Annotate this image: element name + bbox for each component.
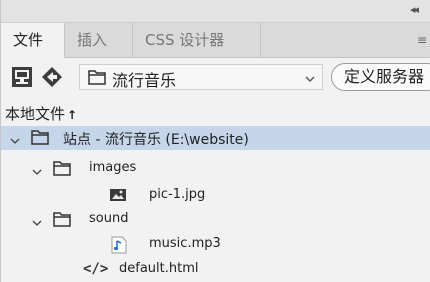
local-files-label: 本地文件 (5, 105, 66, 123)
local-files-header[interactable]: 本地文件 ↑ (5, 103, 77, 124)
synchronize-icon[interactable] (41, 66, 63, 88)
connect-server-icon[interactable] (11, 66, 33, 88)
image-file-icon (109, 187, 127, 207)
files-toolbar: 流行音乐 定义服务器 (1, 58, 430, 96)
tree-item-label: pic-1.jpg (149, 187, 206, 202)
tab-files[interactable]: 文件 (1, 23, 65, 58)
collapse-panel-icon[interactable]: ◂◂ (410, 3, 419, 16)
tree-item-label: music.mp3 (149, 236, 221, 251)
sort-up-arrow-icon[interactable]: ↑ (67, 108, 77, 122)
tree-row-default-html[interactable]: </> default.html (1, 258, 430, 282)
tree-row-sound[interactable]: sound (1, 208, 430, 232)
folder-icon (88, 69, 106, 89)
audio-file-icon (111, 236, 127, 258)
chevron-down-icon[interactable] (31, 163, 43, 182)
site-select-value: 流行音乐 (112, 71, 177, 90)
html-file-icon: </> (83, 261, 109, 277)
chevron-down-icon[interactable] (31, 214, 43, 233)
site-folder-icon (31, 129, 49, 149)
panel-tabs: 文件 插入 CSS 设计器 ≡ (1, 23, 430, 58)
tree-item-label: 站点 - 流行音乐 (E:\website) (63, 132, 249, 148)
site-select-dropdown[interactable]: 流行音乐 (79, 64, 323, 90)
tree-row-images[interactable]: images (1, 157, 430, 181)
tree-row-site-root[interactable]: 站点 - 流行音乐 (E:\website) (1, 126, 430, 150)
define-server-button[interactable]: 定义服务器 (331, 63, 430, 91)
panel-menu-icon[interactable]: ≡ (417, 33, 427, 47)
tab-insert[interactable]: 插入 (65, 23, 133, 57)
tree-item-label: images (89, 160, 137, 175)
tree-row-music[interactable]: music.mp3 (1, 233, 430, 257)
folder-icon (53, 160, 71, 180)
tab-css-designer[interactable]: CSS 设计器 (133, 23, 261, 57)
panel-top-strip: ◂◂ (1, 0, 430, 23)
tree-row-pic-1[interactable]: pic-1.jpg (1, 184, 430, 208)
tree-item-label: sound (89, 211, 129, 226)
folder-icon (53, 211, 71, 231)
chevron-down-icon[interactable] (9, 132, 21, 151)
files-panel: ◂◂ 文件 插入 CSS 设计器 ≡ 流行音乐 定义服务器 本地文件 ↑ 站点 … (0, 0, 430, 282)
chevron-down-icon (304, 70, 316, 89)
tree-item-label: default.html (119, 261, 199, 276)
